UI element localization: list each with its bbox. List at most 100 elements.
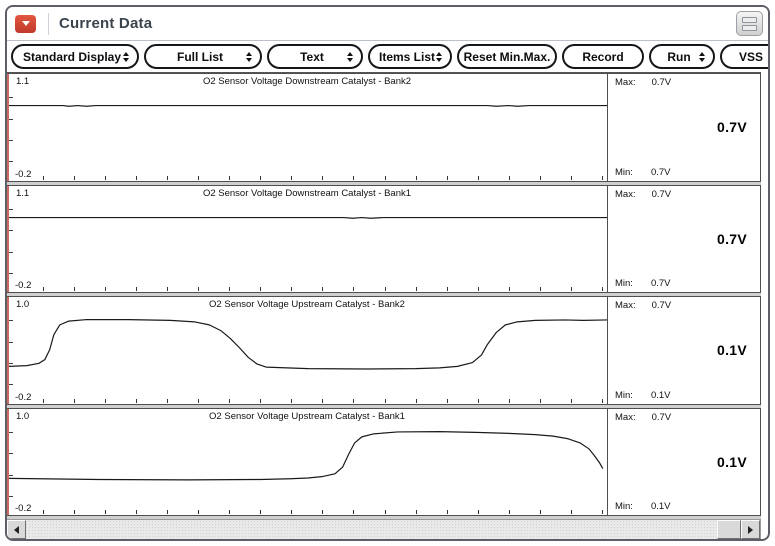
x-axis-tick <box>415 510 417 514</box>
plot-area: 1.1 O2 Sensor Voltage Downstream Catalyst… <box>7 186 607 293</box>
min-readout-label: Min: <box>615 389 633 401</box>
max-readout-label: Max: <box>615 188 636 200</box>
scrollbar-thumb[interactable] <box>717 520 741 539</box>
y-axis-min-label: -0.2 <box>15 503 32 514</box>
toolbar-button-items-list[interactable]: Items List <box>368 44 452 69</box>
x-axis-tick <box>105 175 107 180</box>
min-readout-label: Min: <box>615 278 633 289</box>
value-panel: Max: 0.7V 0.1V Min: 0.1V <box>607 297 760 404</box>
x-axis-tick <box>384 175 386 180</box>
x-axis-tick <box>446 287 448 291</box>
y-axis-tick <box>9 341 13 343</box>
x-axis-tick <box>74 287 76 291</box>
x-axis-tick <box>43 398 44 403</box>
chart-rows: 1.1 O2 Sensor Voltage Downstream Catalyst… <box>7 73 761 516</box>
x-axis-tick <box>508 287 510 291</box>
y-axis-tick <box>9 161 13 163</box>
max-readout-value: 0.7V <box>651 188 672 200</box>
y-axis-tick <box>9 363 13 365</box>
min-readout-value: 0.7V <box>650 278 671 289</box>
x-axis-tick <box>260 398 262 403</box>
x-axis-tick <box>539 175 541 180</box>
up-down-arrows-icon <box>123 51 129 62</box>
x-axis-tick <box>167 510 169 514</box>
x-axis-tick <box>105 510 107 514</box>
x-axis-tick <box>570 175 572 180</box>
scroll-right-button[interactable] <box>741 520 760 539</box>
min-readout: Min: 0.7V <box>615 278 671 289</box>
chart-row-2: 1.1 O2 Sensor Voltage Downstream Catalyst… <box>7 184 761 293</box>
y-axis-tick <box>9 208 13 210</box>
toolbar-button-full-list[interactable]: Full List <box>144 44 262 69</box>
y-axis-tick <box>9 453 13 455</box>
y-axis-tick <box>9 320 13 322</box>
x-axis-tick <box>322 398 324 403</box>
plot-area: 1.1 O2 Sensor Voltage Downstream Catalyst… <box>7 74 607 181</box>
value-panel: Max: 0.7V 0.7V Min: 0.7V <box>607 74 760 181</box>
x-axis-tick <box>570 510 572 514</box>
toolbar-button-text[interactable]: Text <box>267 44 363 69</box>
toolbar-button-vss[interactable]: VSS <box>720 44 768 69</box>
x-axis-tick <box>601 287 603 291</box>
x-axis-tick <box>353 510 355 514</box>
max-readout: Max: 0.7V <box>615 189 671 200</box>
x-axis-tick <box>260 510 262 514</box>
y-axis-tick <box>9 495 13 497</box>
x-axis-tick <box>384 287 386 291</box>
x-axis-tick <box>446 398 448 403</box>
x-axis-tick <box>260 175 262 180</box>
titlebar-divider <box>48 12 49 35</box>
x-axis-tick <box>570 398 572 403</box>
x-axis-tick <box>539 287 541 291</box>
value-panel: Max: 0.7V 0.1V Min: 0.1V <box>607 408 760 515</box>
chart-area: 1.1 O2 Sensor Voltage Downstream Catalyst… <box>7 72 761 539</box>
scroll-left-button[interactable] <box>7 520 26 539</box>
x-axis-tick <box>229 398 231 403</box>
x-axis-tick <box>291 398 293 403</box>
toolbar-button-label: Full List <box>177 49 223 64</box>
x-axis-tick <box>198 175 200 180</box>
toolbar-button-reset-min-max[interactable]: Reset Min.Max. <box>457 44 557 69</box>
x-axis-tick <box>322 510 324 514</box>
y-axis-tick <box>9 272 13 274</box>
x-axis-tick <box>477 287 479 291</box>
y-axis-min-label: -0.2 <box>15 280 32 291</box>
title-bar: Current Data <box>7 7 768 41</box>
x-axis-tick <box>229 510 231 514</box>
view-toggle-button[interactable] <box>736 11 763 36</box>
x-axis-ticks <box>43 509 603 514</box>
min-readout-value: 0.7V <box>650 166 671 178</box>
x-axis-tick <box>74 398 76 403</box>
x-axis-tick <box>415 175 417 180</box>
x-axis-ticks <box>43 398 603 403</box>
left-arrow-icon <box>14 525 19 534</box>
signal-trace <box>9 297 607 404</box>
x-axis-tick <box>446 175 448 180</box>
toolbar-button-run[interactable]: Run <box>649 44 715 69</box>
x-axis-tick <box>43 287 44 291</box>
plot-area: 1.0 O2 Sensor Voltage Upstream Catalyst -… <box>7 297 607 404</box>
horizontal-scrollbar[interactable] <box>7 519 761 539</box>
x-axis-ticks <box>43 286 603 291</box>
menu-button[interactable] <box>15 14 36 33</box>
toolbar-button-standard-display[interactable]: Standard Display <box>11 44 139 69</box>
x-axis-tick <box>322 175 324 180</box>
x-axis-tick <box>43 510 44 514</box>
x-axis-ticks <box>43 175 603 180</box>
x-axis-tick <box>136 287 138 291</box>
x-axis-tick <box>477 398 479 403</box>
value-panel: Max: 0.7V 0.7V Min: 0.7V <box>607 185 760 292</box>
max-readout: Max: 0.7V <box>615 412 671 423</box>
up-down-arrows-icon <box>436 51 442 62</box>
page-title: Current Data <box>59 15 153 32</box>
x-axis-tick <box>601 510 603 514</box>
toolbar-button-label: Standard Display <box>22 49 122 64</box>
x-axis-tick <box>384 398 386 403</box>
x-axis-tick <box>43 175 44 180</box>
x-axis-tick <box>136 398 138 403</box>
x-axis-tick <box>105 398 107 403</box>
scrollbar-track[interactable] <box>26 520 717 539</box>
toolbar-button-label: VSS <box>738 49 763 64</box>
min-readout: Min: 0.7V <box>615 167 671 178</box>
toolbar-button-record[interactable]: Record <box>562 44 644 69</box>
